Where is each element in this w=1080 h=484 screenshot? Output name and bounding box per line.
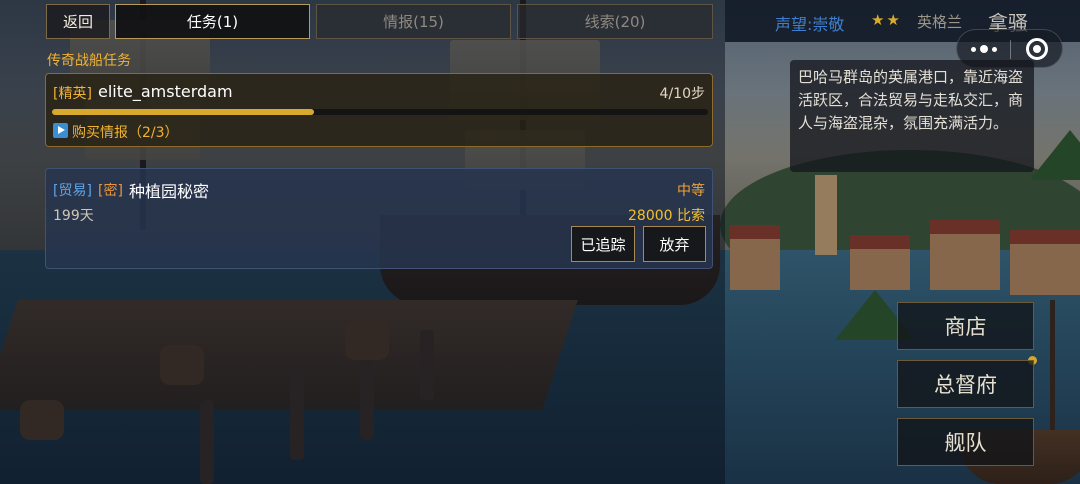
nation-label: 英格兰 <box>917 13 963 31</box>
target-icon[interactable] <box>1026 38 1048 60</box>
port-description: 巴哈马群岛的英属港口，靠近海盗活跃区，合法贸易与走私交汇，商人与海盗混杂，氛围充… <box>790 60 1034 172</box>
legend-progress-fill <box>52 109 315 115</box>
play-icon <box>53 123 68 138</box>
more-dots-icon[interactable] <box>970 39 998 59</box>
shop-button[interactable]: 商店 <box>897 302 1034 350</box>
reputation-label: 声望:崇敬 <box>775 15 845 34</box>
task-reward: 28000 比索 <box>628 208 705 224</box>
legend-progress-bar <box>52 109 708 115</box>
legend-mission-card[interactable]: [精英] elite_amsterdam 4/10步 购买情报（2/3） <box>45 73 713 147</box>
task-difficulty: 中等 <box>677 183 705 199</box>
trade-tag: [贸易] <box>53 183 92 199</box>
task-days: 199天 <box>53 208 94 224</box>
legend-section-title: 传奇战船任务 <box>47 53 131 69</box>
tab-intel[interactable]: 情报(15) <box>316 4 511 39</box>
back-button[interactable]: 返回 <box>46 4 110 39</box>
task-card[interactable]: [贸易] [密] 种植园秘密 中等 199天 28000 比索 已追踪 放弃 <box>45 168 713 269</box>
secret-tag: [密] <box>98 183 123 199</box>
task-name: 种植园秘密 <box>129 182 210 201</box>
legend-mission-steps: 4/10步 <box>659 86 705 102</box>
legend-mission-name: elite_amsterdam <box>98 82 233 101</box>
tab-missions[interactable]: 任务(1) <box>115 4 310 39</box>
capsule-divider <box>1010 40 1011 59</box>
tab-clues[interactable]: 线索(20) <box>517 4 713 39</box>
tracked-button[interactable]: 已追踪 <box>571 226 635 262</box>
elite-tag: [精英] <box>53 86 92 102</box>
legend-mission-hint[interactable]: 购买情报（2/3） <box>72 122 179 142</box>
governor-button[interactable]: 总督府 <box>897 360 1034 408</box>
rating-stars: ★★ <box>871 11 902 29</box>
abandon-button[interactable]: 放弃 <box>643 226 706 262</box>
fleet-button[interactable]: 舰队 <box>897 418 1034 466</box>
